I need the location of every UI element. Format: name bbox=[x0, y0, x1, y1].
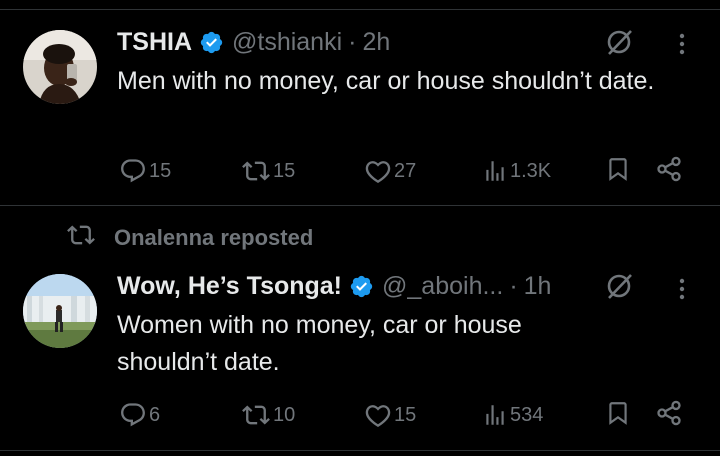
handle[interactable]: @tshianki bbox=[232, 28, 342, 57]
like-count: 15 bbox=[394, 403, 417, 426]
repost-context[interactable]: Onalenna reposted bbox=[66, 222, 313, 254]
views-button[interactable]: 534 bbox=[482, 398, 543, 432]
separator: · bbox=[348, 27, 357, 56]
views-count: 1.3K bbox=[510, 159, 552, 182]
views-count: 534 bbox=[510, 403, 544, 426]
reply-count: 15 bbox=[149, 159, 172, 182]
share-button[interactable] bbox=[655, 398, 683, 432]
top-divider bbox=[0, 9, 720, 10]
more-icon[interactable] bbox=[677, 28, 687, 58]
like-icon bbox=[364, 157, 392, 185]
tweet-divider bbox=[0, 205, 720, 206]
verified-badge-icon bbox=[342, 274, 374, 299]
like-button[interactable]: 27 bbox=[364, 154, 416, 188]
grok-icon[interactable] bbox=[604, 271, 634, 301]
repost-context-label: Onalenna reposted bbox=[114, 225, 314, 250]
views-icon bbox=[482, 401, 508, 429]
bookmark-button[interactable] bbox=[605, 398, 631, 432]
tweet-2-actions: 6 10 15 534 bbox=[0, 398, 720, 432]
repost-icon bbox=[241, 401, 271, 429]
avatar-wow-hes-tsonga[interactable] bbox=[23, 274, 97, 348]
share-icon bbox=[655, 399, 683, 432]
repost-context-icon bbox=[66, 221, 114, 255]
views-icon bbox=[482, 157, 508, 185]
verified-badge-icon bbox=[192, 30, 224, 55]
handle[interactable]: @_aboih... bbox=[382, 272, 503, 301]
display-name[interactable]: Wow, He’s Tsonga! bbox=[117, 272, 342, 301]
reply-count: 6 bbox=[149, 403, 161, 426]
like-button[interactable]: 15 bbox=[364, 398, 416, 432]
tweet-2-header: Wow, He’s Tsonga! @_aboih... · 1h bbox=[117, 269, 551, 303]
bookmark-icon bbox=[605, 155, 631, 188]
grok-icon[interactable] bbox=[604, 27, 634, 57]
reply-button[interactable]: 6 bbox=[119, 398, 160, 432]
bookmark-icon bbox=[605, 399, 631, 432]
views-button[interactable]: 1.3K bbox=[482, 154, 551, 188]
repost-count: 10 bbox=[273, 403, 296, 426]
repost-button[interactable]: 15 bbox=[241, 154, 295, 188]
timestamp[interactable]: 2h bbox=[362, 28, 390, 57]
repost-icon bbox=[241, 157, 271, 185]
tweet-1-header: TSHIA @tshianki · 2h bbox=[117, 25, 390, 59]
bookmark-button[interactable] bbox=[605, 154, 631, 188]
bottom-divider bbox=[0, 450, 720, 451]
reply-icon bbox=[119, 401, 147, 429]
share-button[interactable] bbox=[655, 154, 683, 188]
share-icon bbox=[655, 155, 683, 188]
reply-button[interactable]: 15 bbox=[119, 154, 171, 188]
reply-icon bbox=[119, 157, 147, 185]
more-icon[interactable] bbox=[677, 273, 687, 303]
repost-button[interactable]: 10 bbox=[241, 398, 295, 432]
repost-count: 15 bbox=[273, 159, 296, 182]
avatar-tshia[interactable] bbox=[23, 30, 97, 104]
display-name[interactable]: TSHIA bbox=[117, 28, 192, 57]
like-icon bbox=[364, 401, 392, 429]
tweet-text: Men with no money, car or house shouldn’… bbox=[117, 67, 655, 95]
tweet-text: Women with no money, car or house should… bbox=[117, 311, 522, 376]
separator: · bbox=[509, 271, 518, 300]
like-count: 27 bbox=[394, 159, 417, 182]
timestamp[interactable]: 1h bbox=[524, 272, 552, 301]
tweet-1-actions: 15 15 27 1.3K bbox=[0, 154, 720, 188]
